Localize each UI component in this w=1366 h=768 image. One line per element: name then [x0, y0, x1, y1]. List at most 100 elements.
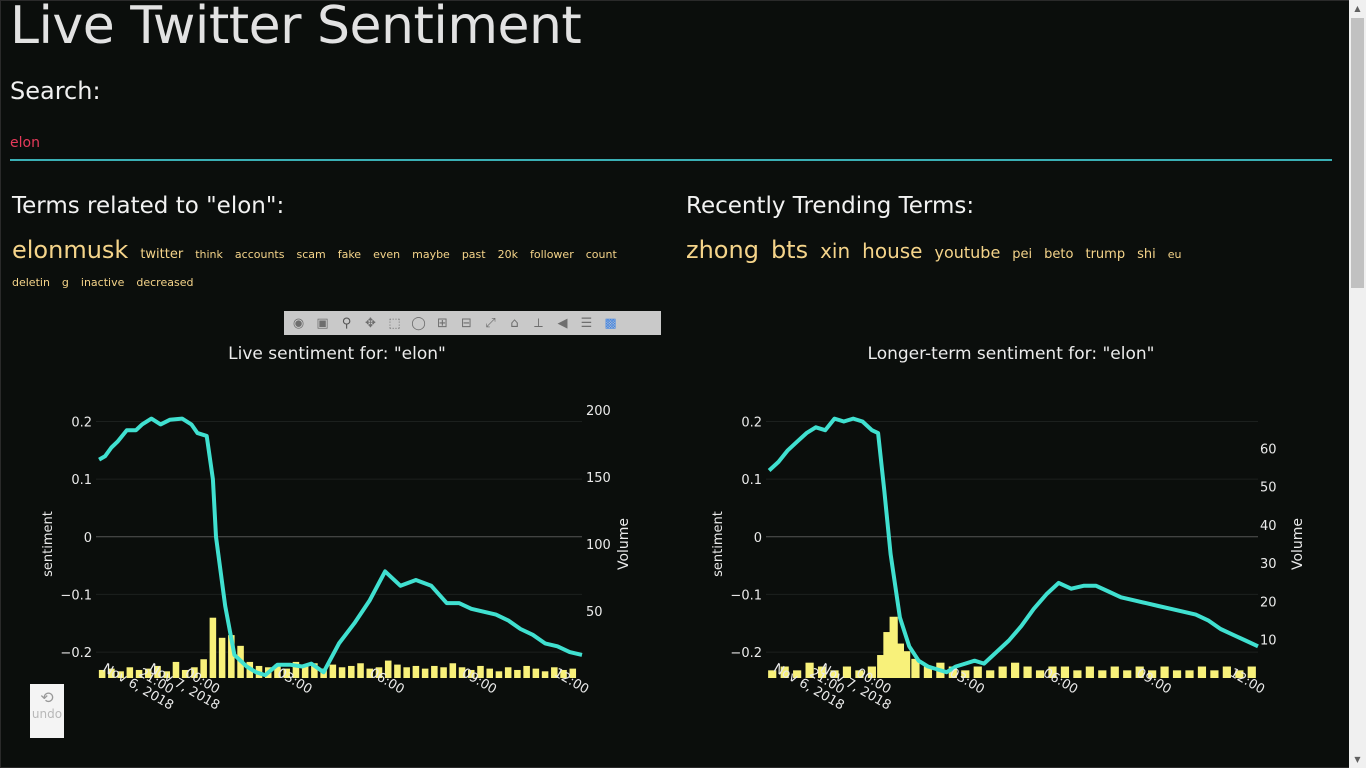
term-follower[interactable]: follower: [530, 242, 574, 268]
term-shi[interactable]: shi: [1137, 242, 1156, 268]
term-past[interactable]: past: [462, 242, 486, 268]
volume-bar: [973, 666, 982, 678]
term-twitter[interactable]: twitter: [140, 242, 183, 268]
volume-bar: [421, 668, 429, 678]
live-sentiment-chart[interactable]: 0.2 0.1 0 −0.1 −0.2 200 150 100 50 sentiment Volum…: [0, 380, 680, 760]
term-decreased[interactable]: decreased: [136, 270, 193, 296]
term-g[interactable]: g: [62, 270, 69, 296]
y-tick-label: 0.1: [71, 473, 92, 488]
volume-bar: [1110, 666, 1119, 678]
volume-bar: [1185, 670, 1194, 678]
term-zhong[interactable]: zhong: [686, 237, 759, 263]
y-tick-label: 0.2: [741, 416, 762, 431]
term-youtube[interactable]: youtube: [934, 240, 1000, 266]
volume-bar: [1098, 670, 1107, 678]
undo-button[interactable]: ⟲ undo: [30, 684, 64, 738]
volume-bar: [504, 667, 512, 678]
y-tick-label: −0.2: [730, 646, 762, 661]
scroll-up-icon[interactable]: ▲: [1349, 0, 1366, 17]
volume-bar: [523, 665, 530, 678]
term-bts[interactable]: bts: [771, 237, 808, 263]
volume-bar: [495, 671, 503, 678]
volume-bar: [1160, 666, 1169, 678]
box-select-icon[interactable]: ⬚: [384, 314, 405, 332]
scrollbar-thumb[interactable]: [1351, 18, 1364, 288]
reset-axes-icon[interactable]: ⌂: [504, 314, 525, 332]
y-tick-label: 0.2: [71, 416, 92, 431]
term-elonmusk[interactable]: elonmusk: [12, 237, 128, 263]
y-tick-label: −0.2: [60, 646, 92, 661]
volume-bar: [1085, 666, 1094, 678]
term-inactive[interactable]: inactive: [81, 270, 124, 296]
term-20k[interactable]: 20k: [498, 242, 518, 268]
volume-bar: [902, 651, 911, 678]
y2-tick-label: 30: [1260, 557, 1277, 572]
term-count[interactable]: count: [586, 242, 617, 268]
save-icon[interactable]: ▣: [312, 314, 333, 332]
longterm-sentiment-chart[interactable]: 0.2 0.1 0 −0.1 −0.2 60 50 40 30 20 10 sentiment Volu…: [680, 380, 1350, 760]
plot-modebar: ◉ ▣ ⚲ ✥ ⬚ ◯ ⊞ ⊟ ⤢ ⌂ ⟂ ◀ ☰ ▩: [284, 311, 661, 335]
volume-bar: [1023, 666, 1032, 678]
term-house[interactable]: house: [862, 238, 922, 264]
y-tick-label: 0: [84, 531, 92, 546]
term-trump[interactable]: trump: [1085, 242, 1125, 268]
undo-label: undo: [31, 707, 63, 721]
term-beto[interactable]: beto: [1044, 242, 1073, 268]
undo-icon: ⟲: [40, 688, 54, 707]
term-pei[interactable]: pei: [1012, 242, 1032, 268]
volume-bar: [1123, 670, 1132, 678]
volume-bar: [338, 667, 346, 678]
y-tick-label: 0: [754, 531, 762, 546]
volume-bar: [412, 665, 420, 678]
page-scrollbar[interactable]: ▲ ▼: [1349, 0, 1366, 768]
term-fake[interactable]: fake: [338, 242, 361, 268]
hover-compare-icon[interactable]: ☰: [576, 314, 597, 332]
volume-bar: [541, 671, 549, 678]
volume-bar: [449, 663, 457, 678]
hover-closest-icon[interactable]: ◀: [552, 314, 573, 332]
related-terms-heading: Terms related to "elon":: [12, 193, 285, 219]
volume-bar: [486, 668, 493, 678]
term-maybe[interactable]: maybe: [412, 242, 450, 268]
related-terms-list: elonmusk twitter think accounts scam fake even…: [12, 237, 662, 296]
search-input[interactable]: [10, 126, 1332, 161]
zoom-icon[interactable]: ⚲: [336, 314, 357, 332]
y2-tick-label: 40: [1260, 519, 1277, 534]
volume-bar: [394, 664, 401, 678]
y2-tick-label: 60: [1260, 442, 1277, 457]
term-scam[interactable]: scam: [296, 242, 325, 268]
scroll-down-icon[interactable]: ▼: [1349, 751, 1366, 768]
pan-icon[interactable]: ✥: [360, 314, 381, 332]
plotly-logo-icon[interactable]: ▩: [600, 314, 621, 332]
term-eu[interactable]: eu: [1168, 242, 1182, 268]
lasso-icon[interactable]: ◯: [408, 314, 429, 332]
y2-tick-label: 20: [1260, 595, 1277, 610]
volume-bar: [1011, 662, 1020, 678]
volume-bar: [1197, 666, 1207, 678]
volume-bar: [998, 666, 1007, 678]
term-deletin[interactable]: deletin: [12, 270, 50, 296]
y-tick-label: −0.1: [60, 588, 92, 603]
y2-axis-title: Volume: [616, 518, 632, 570]
zoom-out-icon[interactable]: ⊟: [456, 314, 477, 332]
zoom-in-icon[interactable]: ⊞: [432, 314, 453, 332]
term-think[interactable]: think: [195, 242, 223, 268]
trending-terms-list: zhong bts xin house youtube pei beto trump shi eu: [686, 237, 1326, 268]
y2-tick-label: 50: [1260, 481, 1277, 496]
volume-bar: [440, 667, 447, 678]
term-accounts[interactable]: accounts: [235, 242, 285, 268]
y-tick-label: −0.1: [730, 588, 762, 603]
volume-bar: [357, 663, 364, 678]
term-even[interactable]: even: [373, 242, 400, 268]
y2-tick-label: 200: [586, 404, 611, 419]
camera-icon[interactable]: ◉: [288, 314, 309, 332]
volume-bar: [1210, 670, 1219, 678]
term-xin[interactable]: xin: [820, 238, 850, 264]
autoscale-icon[interactable]: ⤢: [480, 314, 501, 332]
volume-bar: [1172, 670, 1182, 678]
live-chart-title: Live sentiment for: "elon": [228, 344, 446, 364]
volume-bar: [431, 665, 438, 678]
y2-tick-label: 150: [586, 471, 611, 486]
sentiment-line: [98, 416, 583, 678]
spike-lines-icon[interactable]: ⟂: [528, 314, 549, 332]
